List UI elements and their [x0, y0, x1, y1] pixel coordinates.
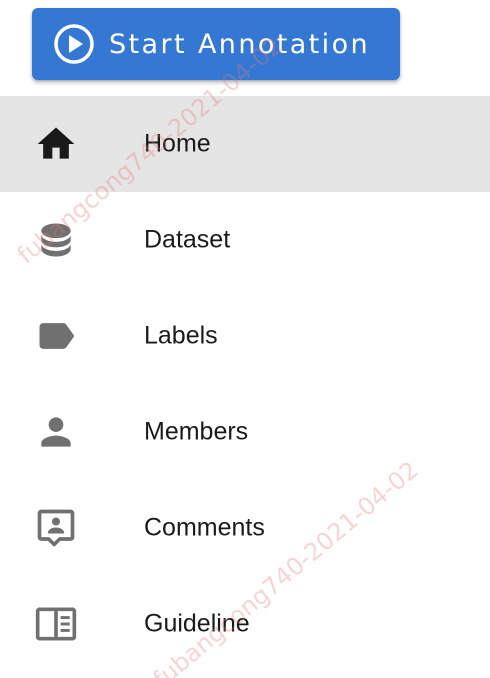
sidebar-item-home[interactable]: Home [0, 96, 490, 192]
start-annotation-button[interactable]: Start Annotation [32, 8, 400, 80]
sidebar-item-dataset[interactable]: Dataset [0, 192, 490, 288]
sidebar-panel: Start Annotation Home Dataset Labels Mem… [0, 0, 490, 678]
comment-account-icon [34, 506, 78, 550]
sidebar-item-label: Guideline [144, 609, 250, 638]
sidebar-item-label: Members [144, 417, 249, 446]
book-open-icon [34, 602, 78, 646]
sidebar-item-label: Home [144, 129, 211, 158]
sidebar-item-label: Comments [144, 513, 265, 542]
home-icon [34, 122, 78, 166]
sidebar-item-label: Labels [144, 321, 218, 350]
sidebar-item-comments[interactable]: Comments [0, 480, 490, 576]
database-icon [34, 218, 78, 262]
start-annotation-label: Start Annotation [109, 28, 371, 60]
person-icon [34, 410, 78, 454]
sidebar-nav: Home Dataset Labels Members Comments Gui… [0, 96, 490, 672]
sidebar-item-labels[interactable]: Labels [0, 288, 490, 384]
label-tag-icon [34, 314, 78, 358]
play-circle-icon [53, 23, 95, 65]
sidebar-item-guideline[interactable]: Guideline [0, 576, 490, 672]
sidebar-item-members[interactable]: Members [0, 384, 490, 480]
sidebar-item-label: Dataset [144, 225, 231, 254]
